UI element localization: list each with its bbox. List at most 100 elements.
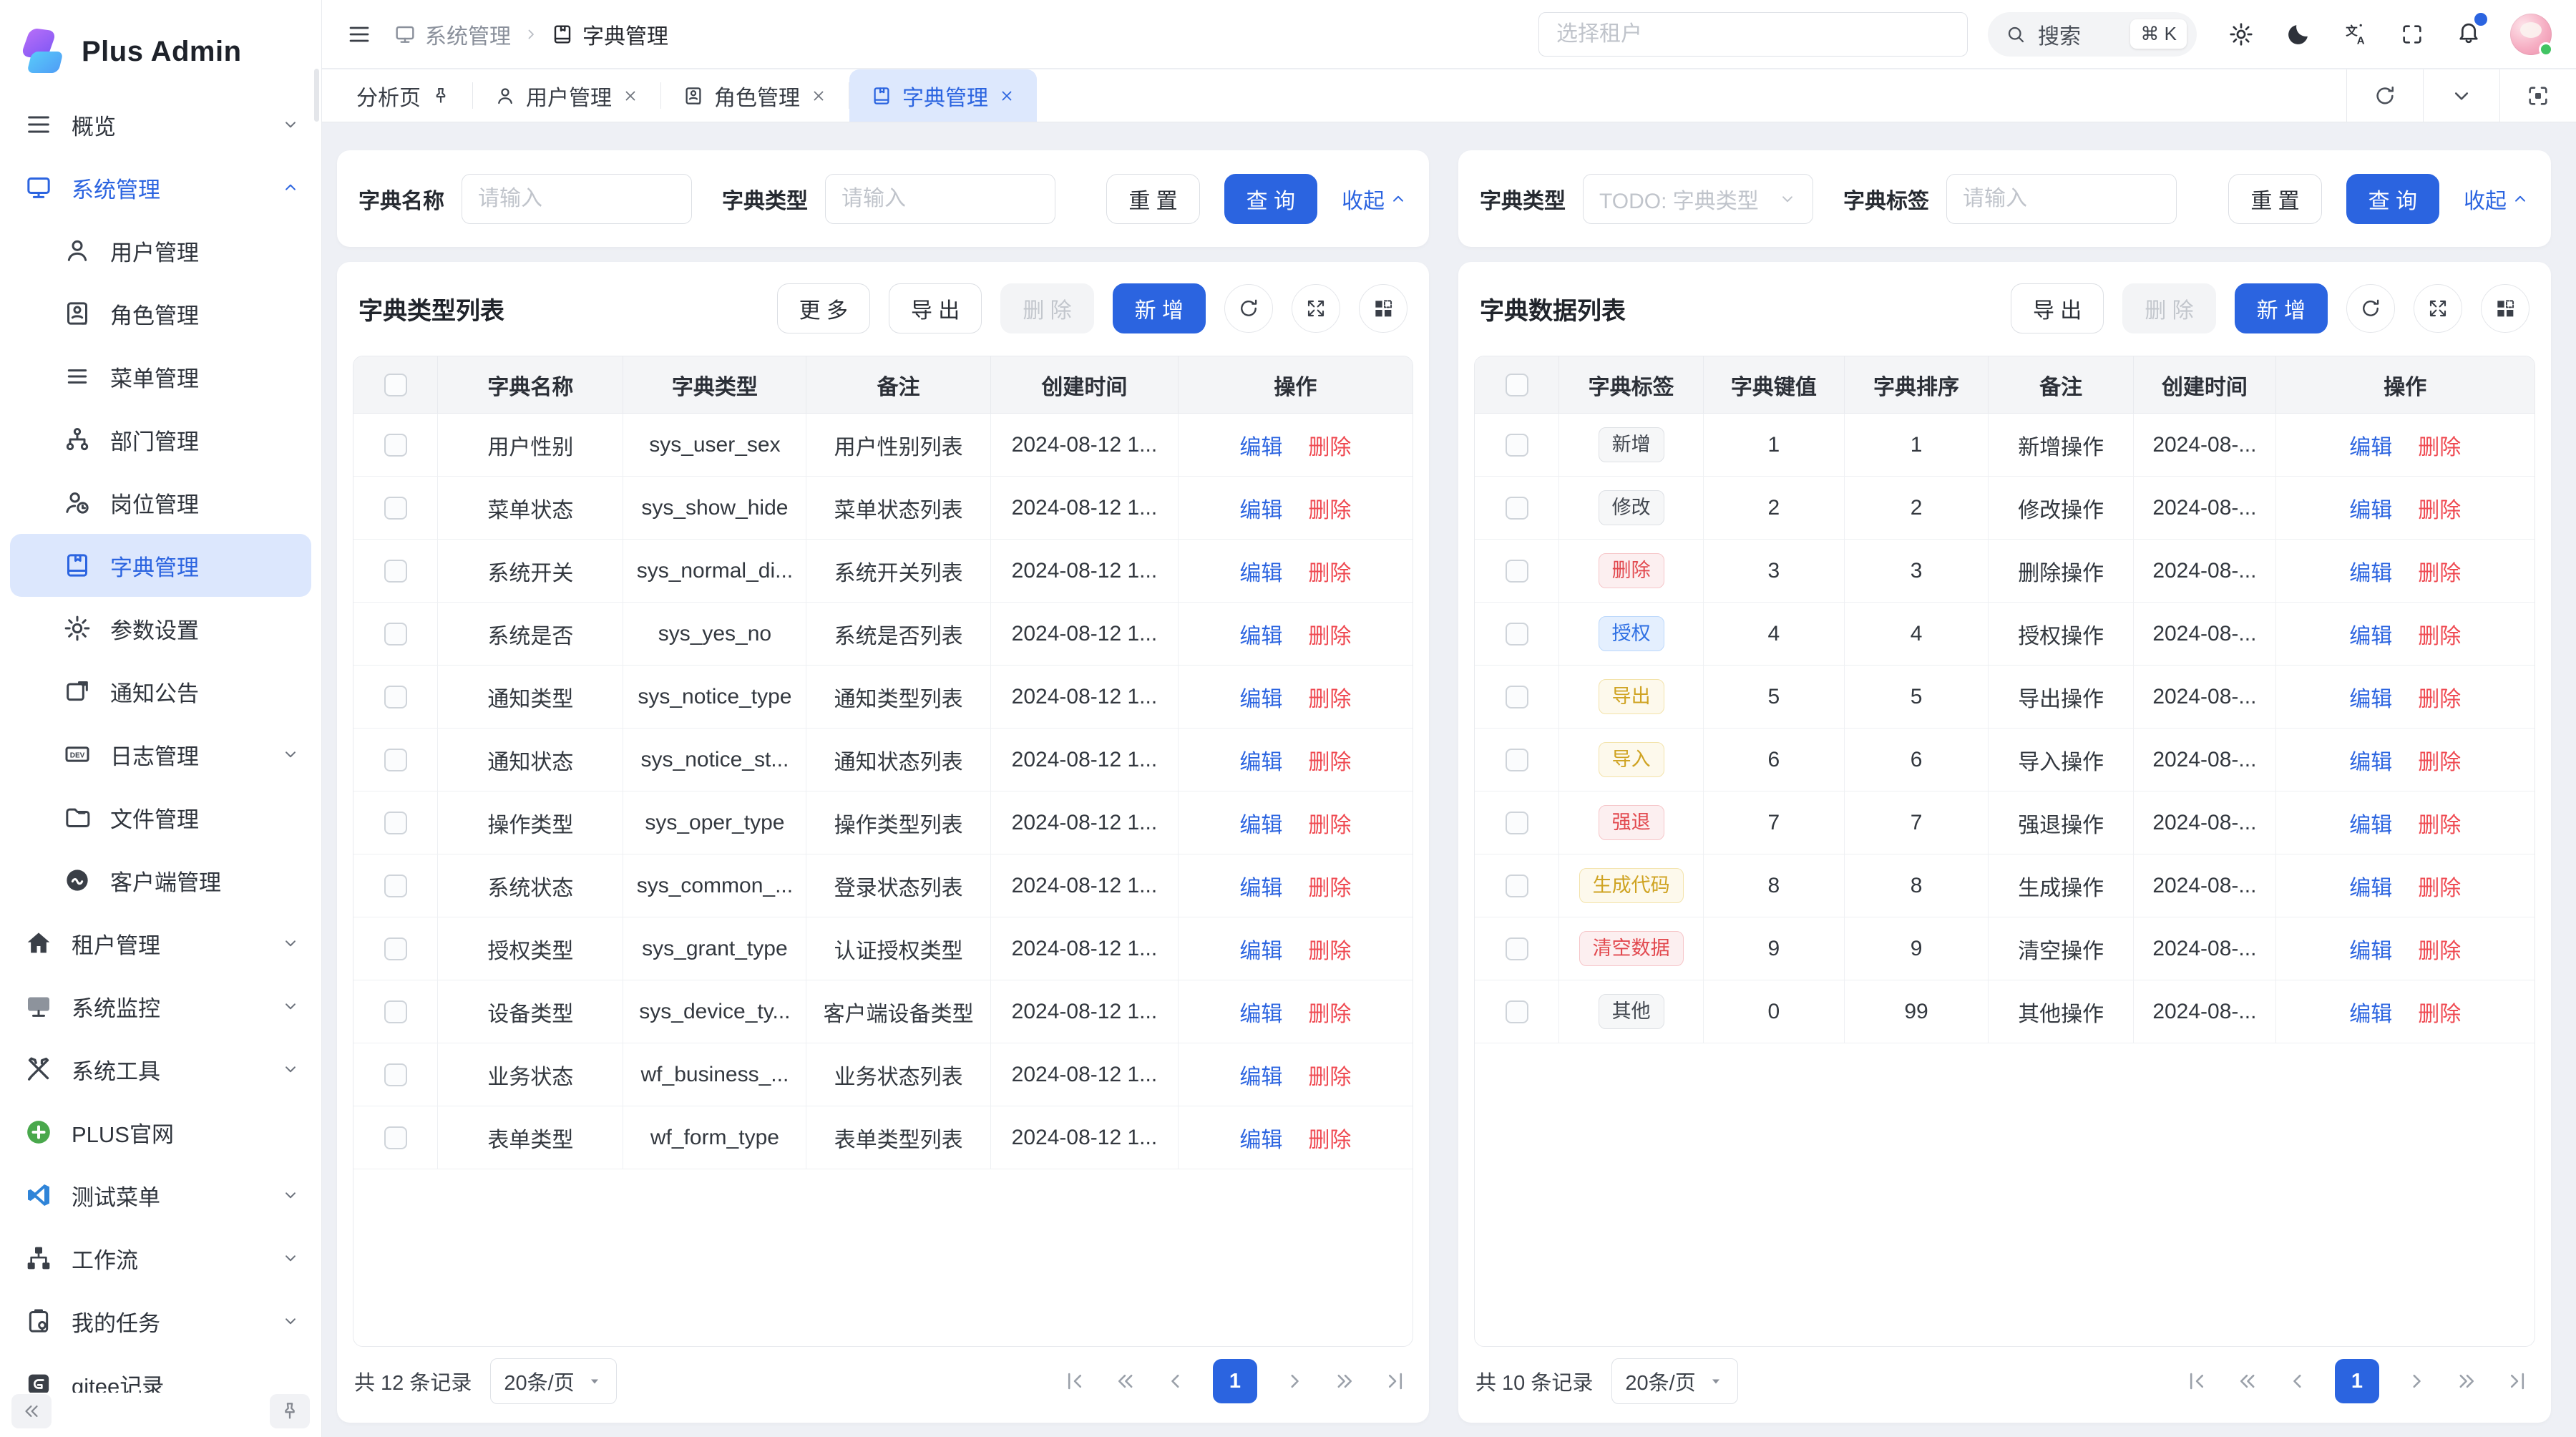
delete-link[interactable]: 删除 — [1308, 744, 1351, 776]
dict-type-refresh-icon[interactable] — [1224, 284, 1273, 333]
edit-link[interactable]: 编辑 — [1239, 807, 1282, 839]
dict-type-action-button[interactable]: 更 多 — [777, 283, 870, 333]
edit-link[interactable]: 编辑 — [2349, 870, 2392, 902]
delete-link[interactable]: 删除 — [1308, 618, 1351, 650]
sidebar-item-dict-management[interactable]: 字典管理 — [10, 534, 311, 597]
dict-data-add-button[interactable]: 新 增 — [2235, 283, 2328, 333]
tab-menu-button[interactable] — [2423, 69, 2499, 122]
delete-link[interactable]: 删除 — [2418, 429, 2461, 461]
delete-link[interactable]: 删除 — [2418, 492, 2461, 524]
sidebar-item-post-management[interactable]: 岗位管理 — [0, 471, 321, 534]
row-checkbox[interactable] — [1506, 434, 1528, 457]
sidebar-item-file-management[interactable]: 文件管理 — [0, 786, 321, 849]
delete-link[interactable]: 删除 — [1308, 996, 1351, 1028]
sidebar-item-log-management[interactable]: DEV日志管理 — [0, 723, 321, 786]
pg-next2-icon[interactable] — [2455, 1369, 2479, 1393]
dict-name-input[interactable] — [478, 187, 675, 211]
translate-icon[interactable]: 文A — [2343, 21, 2368, 47]
row-checkbox[interactable] — [1506, 497, 1528, 520]
row-checkbox[interactable] — [384, 560, 407, 583]
dict-type-add-button[interactable]: 新 增 — [1113, 283, 1206, 333]
sidebar-item-tenant-management[interactable]: 租户管理 — [0, 912, 321, 975]
sidebar-item-overview[interactable]: 概览 — [0, 93, 321, 156]
collapse-filter-link[interactable]: 收起 — [2464, 183, 2529, 215]
pg-first-icon[interactable] — [1063, 1369, 1087, 1393]
edit-link[interactable]: 编辑 — [2349, 618, 2392, 650]
delete-link[interactable]: 删除 — [2418, 618, 2461, 650]
query-button[interactable]: 查 询 — [1224, 174, 1317, 224]
pg-next-icon[interactable] — [2405, 1369, 2429, 1393]
edit-link[interactable]: 编辑 — [2349, 492, 2392, 524]
sidebar-item-user-management[interactable]: 用户管理 — [0, 219, 321, 282]
delete-link[interactable]: 删除 — [1308, 492, 1351, 524]
edit-link[interactable]: 编辑 — [1239, 492, 1282, 524]
dict-data-refresh-icon[interactable] — [2346, 284, 2395, 333]
tab-user-management[interactable]: 用户管理 — [473, 69, 660, 122]
select-all-checkbox[interactable] — [384, 374, 407, 396]
delete-link[interactable]: 删除 — [1308, 1122, 1351, 1154]
close-icon[interactable] — [622, 87, 639, 104]
row-checkbox[interactable] — [384, 1000, 407, 1023]
edit-link[interactable]: 编辑 — [1239, 996, 1282, 1028]
edit-link[interactable]: 编辑 — [2349, 555, 2392, 587]
sidebar-item-workflow[interactable]: 工作流 — [0, 1227, 321, 1290]
tab-refresh-button[interactable] — [2346, 69, 2423, 122]
tab-analysis[interactable]: 分析页 — [335, 69, 472, 122]
sidebar-item-my-tasks[interactable]: 我的任务 — [0, 1290, 321, 1353]
close-icon[interactable] — [810, 87, 827, 104]
row-checkbox[interactable] — [384, 686, 407, 708]
sidebar-scrollbar[interactable] — [314, 69, 319, 122]
close-icon[interactable] — [998, 87, 1015, 104]
tenant-select-input[interactable] — [1538, 12, 1968, 57]
delete-link[interactable]: 删除 — [2418, 555, 2461, 587]
edit-link[interactable]: 编辑 — [2349, 807, 2392, 839]
edit-link[interactable]: 编辑 — [1239, 555, 1282, 587]
dict-type-expand-icon[interactable] — [1292, 284, 1340, 333]
row-checkbox[interactable] — [1506, 749, 1528, 771]
gear-icon[interactable] — [2228, 21, 2254, 47]
delete-link[interactable]: 删除 — [1308, 1059, 1351, 1091]
sidebar-item-client-management[interactable]: 客户端管理 — [0, 849, 321, 912]
edit-link[interactable]: 编辑 — [2349, 996, 2392, 1028]
notifications-button[interactable] — [2456, 19, 2482, 50]
delete-link[interactable]: 删除 — [2418, 933, 2461, 965]
dict-type-select[interactable]: TODO: 字典类型 — [1583, 174, 1813, 224]
delete-link[interactable]: 删除 — [2418, 807, 2461, 839]
sidebar-item-param-settings[interactable]: 参数设置 — [0, 597, 321, 660]
row-checkbox[interactable] — [384, 434, 407, 457]
edit-link[interactable]: 编辑 — [1239, 1122, 1282, 1154]
sidebar-item-plus-website[interactable]: PLUS官网 — [0, 1101, 321, 1164]
edit-link[interactable]: 编辑 — [2349, 681, 2392, 713]
delete-link[interactable]: 删除 — [2418, 996, 2461, 1028]
row-checkbox[interactable] — [1506, 623, 1528, 646]
delete-link[interactable]: 删除 — [1308, 807, 1351, 839]
row-checkbox[interactable] — [384, 497, 407, 520]
pg-last-icon[interactable] — [2505, 1369, 2529, 1393]
select-all-checkbox[interactable] — [1506, 374, 1528, 396]
current-page-button[interactable]: 1 — [2335, 1359, 2379, 1403]
sidebar-item-notice[interactable]: 通知公告 — [0, 660, 321, 723]
delete-link[interactable]: 删除 — [2418, 744, 2461, 776]
sidebar-item-role-management[interactable]: 角色管理 — [0, 282, 321, 345]
tab-role-management[interactable]: 角色管理 — [661, 69, 849, 122]
page-size-select[interactable]: 20条/页 — [490, 1358, 616, 1404]
query-button[interactable]: 查 询 — [2346, 174, 2439, 224]
delete-link[interactable]: 删除 — [2418, 681, 2461, 713]
dict-data-grid-icon[interactable] — [2481, 284, 2529, 333]
delete-link[interactable]: 删除 — [1308, 870, 1351, 902]
page-size-select[interactable]: 20条/页 — [1611, 1358, 1737, 1404]
global-search[interactable]: 搜索 ⌘ K — [1988, 12, 2197, 57]
current-page-button[interactable]: 1 — [1213, 1359, 1257, 1403]
fullscreen-icon[interactable] — [2400, 22, 2424, 47]
tab-dict-management[interactable]: 字典管理 — [849, 69, 1037, 122]
moon-icon[interactable] — [2285, 21, 2311, 47]
delete-link[interactable]: 删除 — [1308, 429, 1351, 461]
collapse-filter-link[interactable]: 收起 — [1342, 183, 1407, 215]
edit-link[interactable]: 编辑 — [2349, 429, 2392, 461]
edit-link[interactable]: 编辑 — [1239, 933, 1282, 965]
row-checkbox[interactable] — [1506, 686, 1528, 708]
pg-last-icon[interactable] — [1383, 1369, 1407, 1393]
row-checkbox[interactable] — [384, 749, 407, 771]
row-checkbox[interactable] — [384, 1063, 407, 1086]
edit-link[interactable]: 编辑 — [2349, 933, 2392, 965]
